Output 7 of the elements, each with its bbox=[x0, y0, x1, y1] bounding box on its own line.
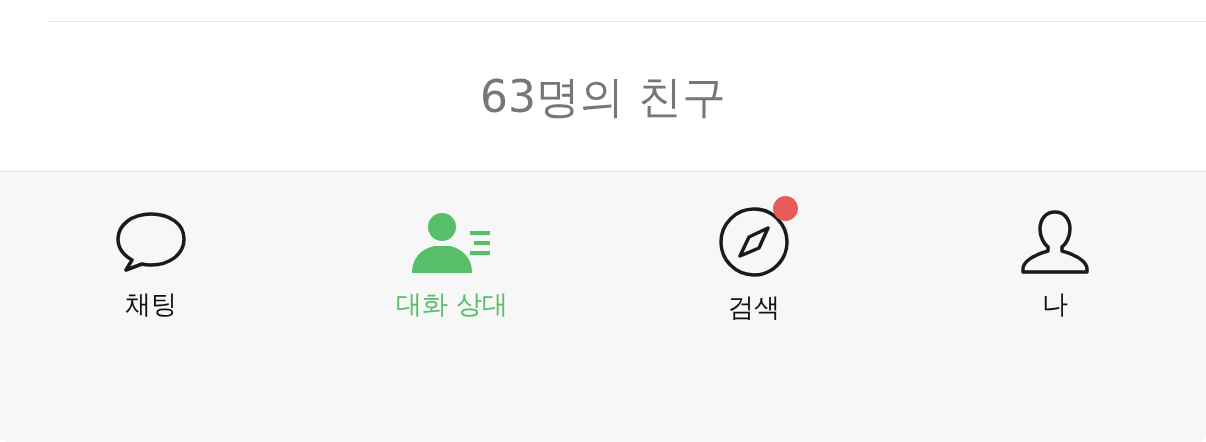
tab[interactable]: 나 bbox=[944, 172, 1166, 322]
chat-bubble-icon bbox=[114, 211, 187, 275]
tab[interactable]: 채팅 bbox=[40, 172, 262, 322]
friend-count: 63명의 친구 bbox=[479, 70, 727, 124]
tab[interactable]: 검색 bbox=[643, 172, 865, 322]
compass-icon bbox=[717, 206, 790, 278]
person-icon bbox=[1020, 209, 1091, 275]
